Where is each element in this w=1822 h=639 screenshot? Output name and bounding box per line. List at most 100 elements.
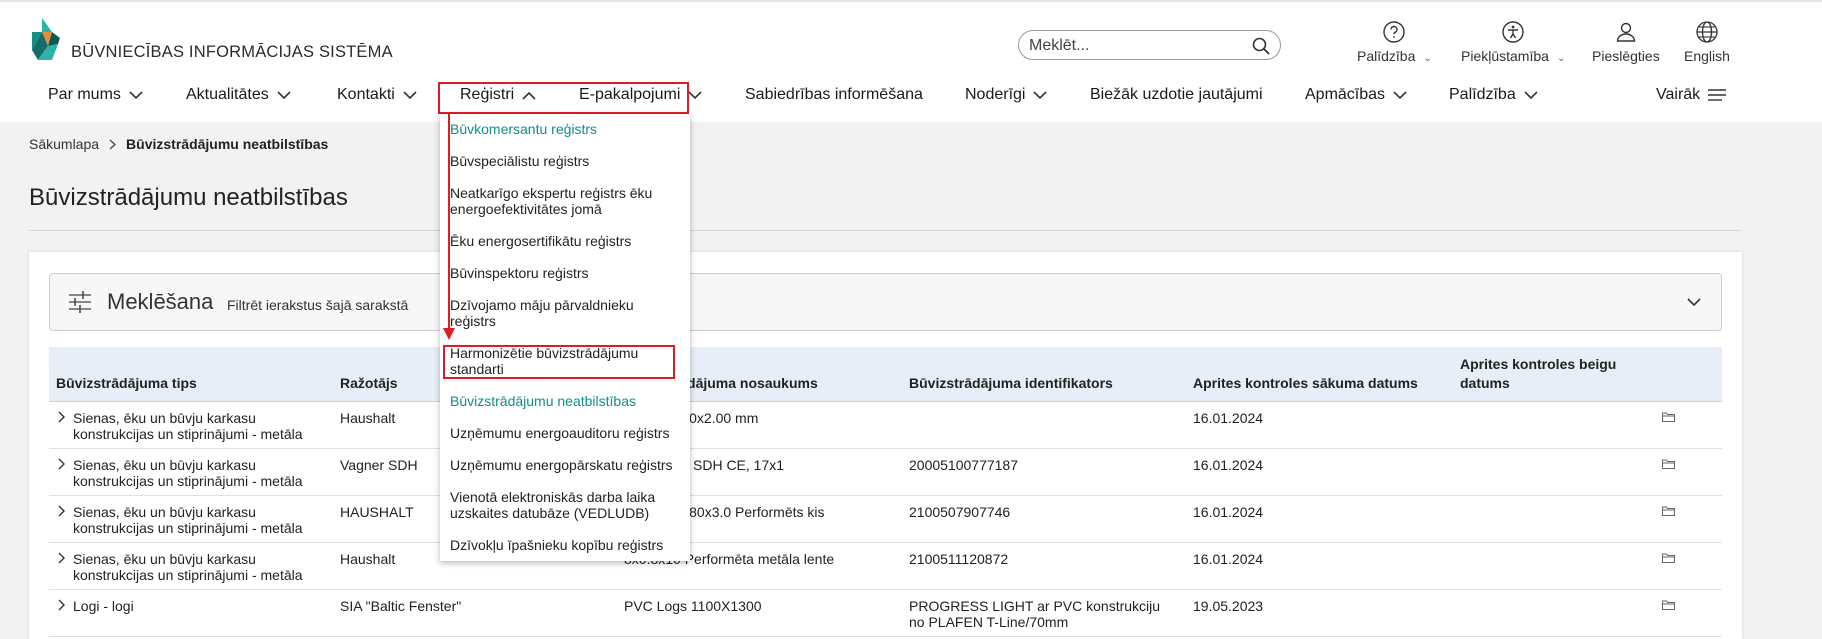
table-row[interactable]: Sienas, ēku un būvju karkasu konstrukcij… [49,496,1722,543]
column-header[interactable]: Būvizstrādājuma identifikators [909,374,1113,393]
accessibility-label: Piekļūstamība [1461,48,1549,64]
cell-identifikators: 2100511120872 [909,551,1009,567]
nav-label: Sabiedrības informēšana [745,86,923,103]
breadcrumb-home[interactable]: Sākumlapa [29,136,99,152]
cell-tips: Sienas, ēku un būvju karkasu konstrukcij… [73,457,303,489]
main-nav: Par mums Aktualitātes Kontakti Reģistri … [0,86,1822,122]
nav-item-kontakti[interactable]: Kontakti [337,86,417,104]
column-header[interactable]: Būvizstrādājuma tips [56,374,197,393]
user-icon [1616,22,1636,42]
table-row[interactable]: Logi - logi SIA "Baltic Fenster" PVC Log… [49,590,1722,637]
menu-item-buvspecialistu-registrs[interactable]: Būvspeciālistu reģistrs [450,153,682,169]
search-input[interactable] [1029,36,1239,56]
accessibility-menu[interactable]: Piekļūstamība ⌄ [1461,20,1565,64]
chevron-right-icon[interactable] [57,505,67,517]
cell-sakums: 16.01.2024 [1193,410,1264,426]
nav-item-aktualitates[interactable]: Aktualitātes [186,86,291,104]
divider [29,230,1741,231]
chevron-down-icon [403,90,417,99]
column-header[interactable]: Aprites kontroles sākuma datums [1193,374,1418,393]
nav-item-par-mums[interactable]: Par mums [48,86,143,104]
cell-razotajs: Vagner SDH [340,457,418,473]
menu-item-uznemumu-energoparskatu-registrs[interactable]: Uzņēmumu energopārskatu reģistrs [450,457,682,473]
filter-panel[interactable]: Meklēšana Filtrēt ierakstus šajā sarakst… [49,273,1722,331]
chevron-down-icon [1033,90,1048,99]
chevron-down-icon[interactable] [1687,298,1701,307]
filter-sliders-icon [69,291,91,313]
cell-sakums: 16.01.2024 [1193,457,1264,473]
breadcrumb: Sākumlapa Būvizstrādājumu neatbilstības [29,136,328,152]
column-header[interactable]: Ražotājs [340,374,398,393]
login-label: Pieslēgties [1592,48,1660,64]
chevron-right-icon[interactable] [57,458,67,470]
cell-nosaukums: PVC Logs 1100X1300 [624,598,762,614]
cell-razotajs: HAUSHALT [340,504,414,520]
table-row[interactable]: Sienas, ēku un būvju karkasu konstrukcij… [49,402,1722,449]
help-label: Palīdzība [1357,48,1416,64]
nav-item-noderigi[interactable]: Noderīgi [965,86,1048,104]
help-menu[interactable]: Palīdzība ⌄ [1357,20,1432,64]
search-box[interactable] [1018,30,1281,60]
chevron-down-icon: ⌄ [1423,53,1432,64]
annotation-highlight-menu-item [443,345,675,379]
nav-item-sabiedribas-informesana[interactable]: Sabiedrības informēšana [745,86,923,104]
menu-item-buvkomersantu-registrs[interactable]: Būvkomersantu reģistrs [450,121,682,137]
breadcrumb-current: Būvizstrādājumu neatbilstības [126,136,329,152]
chevron-down-icon [1524,90,1538,99]
cell-razotajs: Haushalt [340,410,396,426]
search-icon[interactable] [1252,37,1270,55]
nav-item-apmacibas[interactable]: Apmācības [1305,86,1407,104]
menu-item-neatkarigo-ekspertu-registrs[interactable]: Neatkarīgo ekspertu reģistrs ēku energoe… [450,185,682,217]
table-row[interactable]: Sienas, ēku un būvju karkasu konstrukcij… [49,449,1722,496]
table-header: Būvizstrādājuma tips Ražotājs Būvizstrād… [49,347,1722,402]
chevron-down-icon [688,90,702,99]
cell-identifikators: 20005100777187 [909,457,1019,473]
folder-icon[interactable] [1662,459,1675,469]
nav-label: Apmācības [1305,86,1386,103]
nav-more-label: Vairāk [1656,86,1701,103]
menu-item-buvinspektoru-registrs[interactable]: Būvinspektoru reģistrs [450,265,682,281]
globe-icon [1696,21,1718,43]
menu-item-uznemumu-energoauditoru-registrs[interactable]: Uzņēmumu energoauditoru reģistrs [450,425,682,441]
table-row[interactable]: Sienas, ēku un būvju karkasu konstrukcij… [49,543,1722,590]
cell-sakums: 16.01.2024 [1193,504,1264,520]
cell-tips: Sienas, ēku un būvju karkasu konstrukcij… [73,410,303,442]
cell-razotajs: Haushalt [340,551,396,567]
nav-item-biezak-uzdotie-jautajumi[interactable]: Biežāk uzdotie jautājumi [1090,86,1263,104]
menu-item-dzivojamo-maju-parvaldnieku-registrs[interactable]: Dzīvojamo māju pārvaldnieku reģistrs [450,297,682,329]
nav-item-palidziba[interactable]: Palīdzība [1449,86,1538,104]
logo-icon[interactable] [32,18,66,60]
login-button[interactable]: Pieslēgties [1592,20,1660,64]
chevron-down-icon [277,90,291,99]
chevron-right-icon[interactable] [57,599,67,611]
column-header[interactable]: Aprites kontroles beigu datums [1460,355,1630,393]
nav-label: Aktualitātes [186,86,269,103]
cell-identifikators: 2100507907746 [909,504,1011,520]
top-border [0,0,1822,2]
language-button[interactable]: English [1684,20,1730,64]
chevron-down-icon [129,90,143,99]
menu-item-eku-energosertifikatu-registrs[interactable]: Ēku energosertifikātu reģistrs [450,233,682,249]
brand-name[interactable]: BŪVNIECĪBAS INFORMĀCIJAS SISTĒMA [71,43,393,62]
folder-icon[interactable] [1662,600,1675,610]
nav-more-button[interactable]: Vairāk [1656,86,1727,104]
cell-sakums: 19.05.2023 [1193,598,1264,614]
menu-item-vedludb[interactable]: Vienotā elektroniskās darba laika uzskai… [450,489,682,521]
nav-label: Biežāk uzdotie jautājumi [1090,86,1263,103]
menu-item-dzivoklu-ipasnieku-kopibu-registrs[interactable]: Dzīvokļu īpašnieku kopību reģistrs [450,537,682,553]
cell-tips: Sienas, ēku un būvju karkasu konstrukcij… [73,504,303,536]
nav-label: Par mums [48,86,121,103]
cell-tips: Sienas, ēku un būvju karkasu konstrukcij… [73,551,303,583]
chevron-right-icon[interactable] [57,552,67,564]
chevron-right-icon[interactable] [57,411,67,423]
folder-icon[interactable] [1662,506,1675,516]
menu-item-buvizstradajumu-neatbilstibas[interactable]: Būvizstrādājumu neatbilstības [450,393,682,409]
folder-icon[interactable] [1662,412,1675,422]
folder-icon[interactable] [1662,553,1675,563]
page-title: Būvizstrādājumu neatbilstības [29,184,348,211]
registri-dropdown-menu: Būvkomersantu reģistrs Būvspeciālistu re… [440,114,690,561]
nav-label: Noderīgi [965,86,1026,103]
filter-title: Meklēšana [107,289,214,314]
annotation-highlight-nav [438,82,689,114]
accessibility-icon [1502,21,1524,43]
